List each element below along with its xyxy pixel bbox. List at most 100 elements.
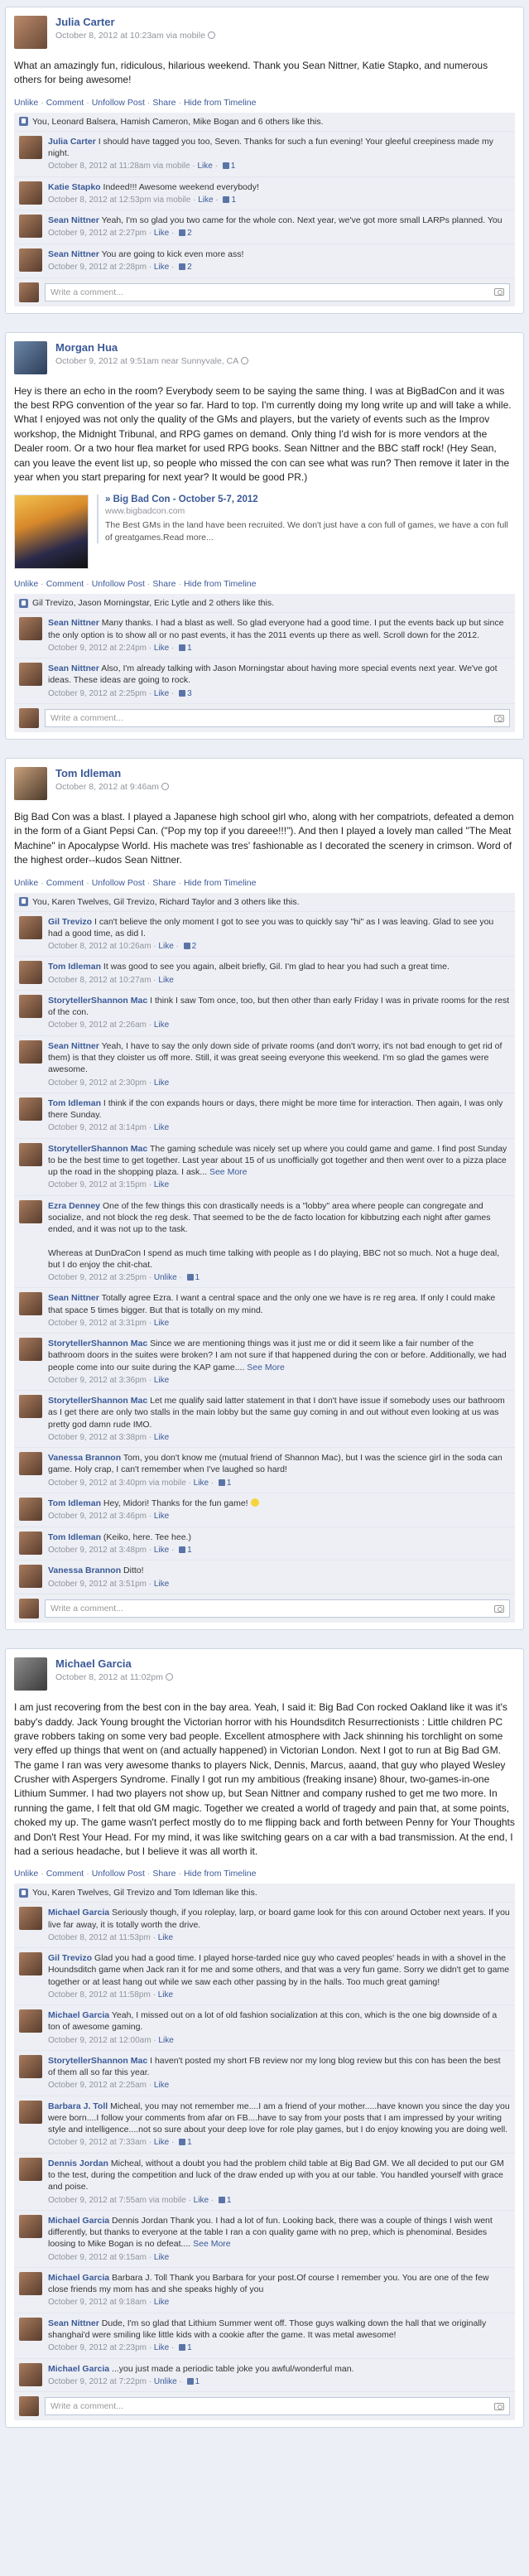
commenter-avatar[interactable]: [19, 915, 42, 939]
comment-timestamp[interactable]: October 9, 2012 at 2:28pm: [48, 263, 147, 272]
comment-like-count[interactable]: 2: [187, 229, 192, 238]
camera-icon[interactable]: [494, 714, 504, 722]
comment-timestamp[interactable]: October 9, 2012 at 2:24pm: [48, 644, 147, 653]
comment-like-count[interactable]: 2: [187, 263, 192, 272]
comment-like-button[interactable]: Like: [154, 263, 169, 272]
comment-timestamp[interactable]: October 9, 2012 at 3:15pm: [48, 1180, 147, 1189]
post-author-link[interactable]: Morgan Hua: [55, 341, 248, 354]
comment-like-count[interactable]: 1: [187, 2138, 192, 2147]
comment-timestamp[interactable]: October 9, 2012 at 2:27pm: [48, 229, 147, 238]
commenter-name-link[interactable]: Tom Idleman: [48, 962, 101, 972]
comment-like-button[interactable]: Like: [154, 1180, 169, 1189]
comment-timestamp[interactable]: October 9, 2012 at 3:38pm: [48, 1433, 147, 1442]
comment-like-button[interactable]: Like: [154, 2081, 169, 2090]
comment-timestamp[interactable]: October 9, 2012 at 7:33am: [48, 2138, 147, 2147]
post-action-unlike[interactable]: Unlike: [14, 878, 38, 888]
comment-timestamp[interactable]: October 9, 2012 at 3:40pm via mobile: [48, 1479, 186, 1488]
comment-like-button[interactable]: Like: [154, 2253, 169, 2262]
comment-like-count[interactable]: 1: [231, 195, 236, 205]
comment-input[interactable]: Write a comment...: [45, 282, 510, 301]
commenter-avatar[interactable]: [19, 2215, 42, 2238]
comment-timestamp[interactable]: October 8, 2012 at 12:53pm via mobile: [48, 195, 190, 205]
comment-like-count[interactable]: 1: [227, 1479, 232, 1488]
post-action-share[interactable]: Share: [152, 98, 176, 108]
post-action-unlike[interactable]: Unlike: [14, 579, 38, 589]
comment-like-button[interactable]: Like: [154, 2138, 169, 2147]
commenter-name-link[interactable]: Sean Nittner: [48, 618, 99, 628]
comment-timestamp[interactable]: October 8, 2012 at 11:53pm: [48, 1933, 151, 1942]
post-action-comment[interactable]: Comment: [46, 878, 84, 888]
comment-like-button[interactable]: Like: [194, 1479, 209, 1488]
commenter-name-link[interactable]: Sean Nittner: [48, 215, 99, 225]
comment-like-button[interactable]: Unlike: [154, 2377, 177, 2386]
comment-timestamp[interactable]: October 9, 2012 at 9:18am: [48, 2298, 147, 2307]
comment-timestamp[interactable]: October 9, 2012 at 2:23pm: [48, 2343, 147, 2352]
post-action-hide-from-timeline[interactable]: Hide from Timeline: [184, 878, 257, 888]
comment-timestamp[interactable]: October 9, 2012 at 3:36pm: [48, 1376, 147, 1385]
comment-like-button[interactable]: Like: [154, 644, 169, 653]
comment-like-button[interactable]: Like: [197, 162, 212, 171]
camera-icon[interactable]: [494, 288, 504, 297]
comment-timestamp[interactable]: October 9, 2012 at 3:51pm: [48, 1580, 147, 1589]
see-more-link[interactable]: See More: [193, 2239, 231, 2249]
commenter-name-link[interactable]: Sean Nittner: [48, 1041, 99, 1051]
comment-like-button[interactable]: Like: [154, 1376, 169, 1385]
commenter-name-link[interactable]: Michael Garcia: [48, 2216, 109, 2226]
post-action-unlike[interactable]: Unlike: [14, 1869, 38, 1879]
commenter-avatar[interactable]: [19, 2055, 42, 2079]
post-action-comment[interactable]: Comment: [46, 1869, 84, 1879]
commenter-name-link[interactable]: StorytellerShannon Mac: [48, 2056, 147, 2066]
comment-like-button[interactable]: Like: [154, 1546, 169, 1555]
comment-timestamp[interactable]: October 9, 2012 at 12:00am: [48, 2036, 151, 2045]
commenter-name-link[interactable]: Dennis Jordan: [48, 2159, 108, 2168]
comment-timestamp[interactable]: October 9, 2012 at 7:55am via mobile: [48, 2196, 186, 2205]
commenter-name-link[interactable]: Katie Stapko: [48, 182, 101, 192]
post-action-unfollow-post[interactable]: Unfollow Post: [92, 1869, 145, 1879]
comment-like-button[interactable]: Like: [154, 689, 169, 698]
commenter-name-link[interactable]: Gil Trevizo: [48, 1953, 92, 1963]
see-more-link[interactable]: See More: [247, 1363, 285, 1372]
comment-like-button[interactable]: Unlike: [154, 1273, 177, 1282]
commenter-name-link[interactable]: Vanessa Brannon: [48, 1565, 121, 1575]
commenter-avatar[interactable]: [19, 1498, 42, 1522]
comment-like-button[interactable]: Like: [158, 976, 173, 985]
commenter-avatar[interactable]: [19, 2100, 42, 2124]
comment-like-count[interactable]: 1: [187, 1546, 192, 1555]
comment-input[interactable]: Write a comment...: [45, 709, 510, 728]
post-timestamp[interactable]: October 9, 2012 at 9:51am near Sunnyvale…: [55, 356, 249, 366]
commenter-avatar[interactable]: [19, 2272, 42, 2296]
commenter-avatar[interactable]: [19, 1452, 42, 1476]
commenter-avatar[interactable]: [19, 135, 42, 159]
commenter-avatar[interactable]: [19, 181, 42, 205]
commenter-avatar[interactable]: [19, 2157, 42, 2181]
commenter-avatar[interactable]: [19, 1142, 42, 1166]
post-timestamp[interactable]: October 8, 2012 at 10:23am via mobile: [55, 31, 215, 41]
post-timestamp[interactable]: October 8, 2012 at 9:46am: [55, 782, 169, 792]
comment-like-button[interactable]: Like: [154, 1512, 169, 1521]
comment-timestamp[interactable]: October 9, 2012 at 7:22pm: [48, 2377, 147, 2386]
commenter-avatar[interactable]: [19, 1907, 42, 1931]
commenter-name-link[interactable]: StorytellerShannon Mac: [48, 1339, 147, 1348]
likes-summary[interactable]: You, Karen Twelves, Gil Trevizo and Tom …: [14, 1884, 515, 1903]
commenter-name-link[interactable]: Sean Nittner: [48, 1293, 99, 1303]
commenter-avatar[interactable]: [19, 248, 42, 272]
post-action-share[interactable]: Share: [152, 579, 176, 589]
commenter-avatar[interactable]: [19, 663, 42, 687]
likes-summary[interactable]: You, Leonard Balsera, Hamish Cameron, Mi…: [14, 112, 515, 132]
commenter-avatar[interactable]: [19, 1338, 42, 1362]
commenter-name-link[interactable]: Sean Nittner: [48, 663, 99, 673]
commenter-avatar[interactable]: [19, 1040, 42, 1064]
comment-timestamp[interactable]: October 9, 2012 at 3:25pm: [48, 1273, 147, 1282]
commenter-avatar[interactable]: [19, 1565, 42, 1589]
comment-like-button[interactable]: Like: [154, 2343, 169, 2352]
comment-timestamp[interactable]: October 9, 2012 at 3:46pm: [48, 1512, 147, 1521]
comment-input[interactable]: Write a comment...: [45, 1599, 510, 1618]
commenter-name-link[interactable]: Michael Garcia: [48, 2010, 109, 2020]
post-action-unlike[interactable]: Unlike: [14, 98, 38, 108]
author-avatar[interactable]: [14, 340, 47, 374]
link-thumbnail[interactable]: [14, 494, 89, 570]
commenter-name-link[interactable]: Tom Idleman: [48, 1498, 101, 1508]
comment-timestamp[interactable]: October 9, 2012 at 3:14pm: [48, 1123, 147, 1132]
post-author-link[interactable]: Tom Idleman: [55, 767, 169, 779]
commenter-name-link[interactable]: Tom Idleman: [48, 1532, 101, 1542]
